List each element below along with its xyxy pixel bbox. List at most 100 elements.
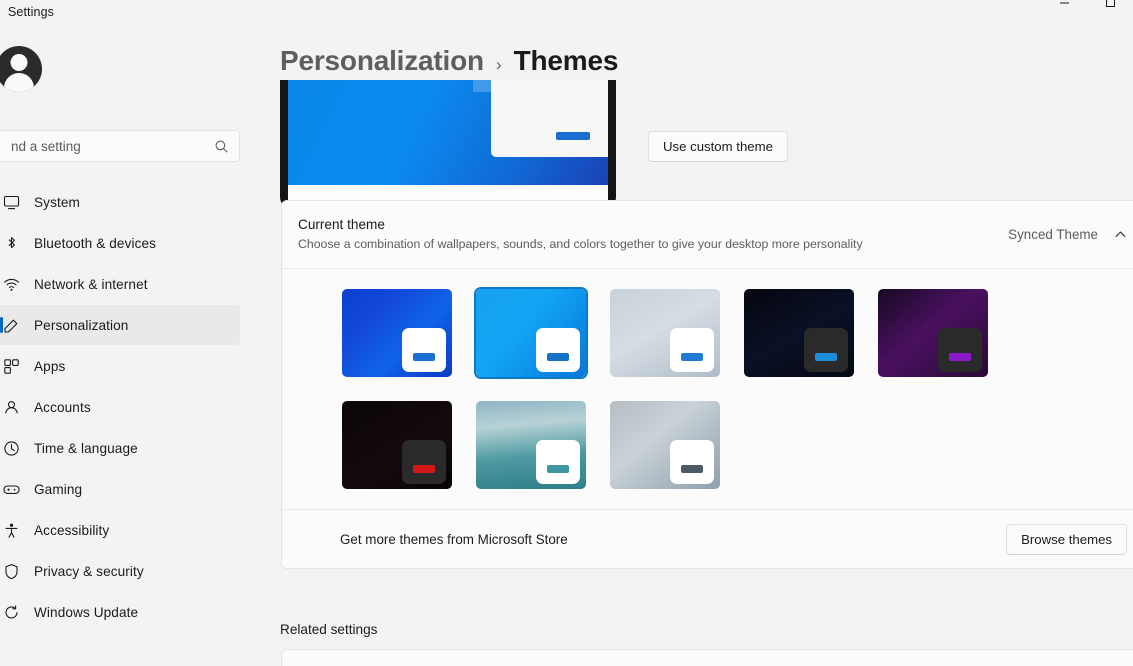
sidebar-item-network-internet[interactable]: Network & internet (0, 264, 240, 304)
sidebar-item-gaming[interactable]: Gaming (0, 469, 240, 509)
theme-accent-bar (413, 465, 435, 473)
gaming-icon (2, 480, 20, 498)
update-icon (2, 603, 20, 621)
bluetooth-icon (2, 234, 20, 252)
use-custom-theme-button[interactable]: Use custom theme (648, 131, 788, 162)
sidebar-item-label: Personalization (34, 317, 129, 333)
theme-accent-bar (547, 465, 569, 473)
browse-themes-button[interactable]: Browse themes (1006, 523, 1127, 555)
sidebar-item-system[interactable]: System (0, 182, 240, 222)
theme-mini-window (402, 440, 446, 484)
network-icon (2, 275, 20, 293)
current-theme-header: Current theme Choose a combination of wa… (282, 201, 1133, 269)
current-theme-title: Current theme (298, 217, 385, 232)
content-pane: Personalization › Themes Use custom them… (260, 30, 1133, 666)
shield-icon (2, 562, 20, 580)
maximize-icon (1105, 0, 1115, 7)
search-input[interactable] (0, 138, 214, 154)
sidebar-item-privacy-security[interactable]: Privacy & security (0, 551, 240, 591)
theme-tile[interactable] (342, 289, 452, 377)
sidebar-item-personalization[interactable]: Personalization (0, 305, 240, 345)
sidebar-item-accounts[interactable]: Accounts (0, 387, 240, 427)
caption-button-group (1041, 0, 1133, 18)
sidebar-item-time-language[interactable]: Time & language (0, 428, 240, 468)
theme-tile-wrap (474, 399, 588, 491)
sidebar-item-windows-update[interactable]: Windows Update (0, 592, 240, 632)
sidebar-item-label: Privacy & security (34, 563, 144, 579)
chevron-up-icon[interactable] (1114, 228, 1127, 241)
theme-preview-device (280, 80, 616, 209)
maximize-button[interactable] (1087, 0, 1133, 18)
sidebar-item-bluetooth-devices[interactable]: Bluetooth & devices (0, 223, 240, 263)
account-row[interactable] (0, 46, 42, 92)
current-theme-subtitle: Choose a combination of wallpapers, soun… (298, 237, 863, 251)
sidebar-item-label: System (34, 194, 80, 210)
avatar[interactable] (0, 46, 42, 92)
theme-tile[interactable] (476, 401, 586, 489)
avatar-body-shape (4, 73, 34, 92)
preview-accent-bar (556, 132, 590, 140)
preview-taskbar (288, 185, 608, 200)
breadcrumb-parent-link[interactable]: Personalization (280, 45, 484, 77)
sidebar-item-label: Accessibility (34, 522, 110, 538)
theme-tile-wrap (742, 287, 856, 379)
synced-theme-label: Synced Theme (1008, 227, 1098, 242)
theme-accent-bar (413, 353, 435, 361)
minimize-button[interactable] (1041, 0, 1087, 18)
theme-mini-window (536, 440, 580, 484)
theme-tile[interactable] (610, 401, 720, 489)
theme-tile-wrap (474, 287, 588, 379)
preview-app-window (491, 80, 608, 157)
theme-accent-bar (949, 353, 971, 361)
window-title: Settings (8, 5, 54, 19)
related-setting-row-desktop-icons[interactable]: Desktop icon settings (281, 649, 1133, 666)
theme-tile-wrap (340, 287, 454, 379)
breadcrumb: Personalization › Themes (280, 45, 618, 77)
sidebar-item-label: Accounts (34, 399, 91, 415)
current-theme-texts: Current theme Choose a combination of wa… (298, 217, 1008, 253)
theme-mini-window (804, 328, 848, 372)
theme-mini-window (402, 328, 446, 372)
accessibility-icon (2, 521, 20, 539)
selection-pill (0, 317, 3, 333)
theme-mini-window (938, 328, 982, 372)
page-title: Themes (513, 45, 619, 76)
breadcrumb-separator-icon: › (495, 55, 502, 74)
avatar-head-shape (10, 54, 28, 71)
theme-mini-window (670, 440, 714, 484)
theme-mini-window (536, 328, 580, 372)
theme-tile-wrap (608, 287, 722, 379)
sidebar-nav: System Bluetooth & devices Network & int… (0, 182, 242, 633)
synced-theme-group[interactable]: Synced Theme (1008, 227, 1127, 242)
theme-accent-bar (681, 465, 703, 473)
theme-accent-bar (681, 353, 703, 361)
sidebar-item-accessibility[interactable]: Accessibility (0, 510, 240, 550)
current-theme-card: Current theme Choose a combination of wa… (281, 200, 1133, 569)
sidebar-item-label: Network & internet (34, 276, 148, 292)
sidebar-item-apps[interactable]: Apps (0, 346, 240, 386)
clock-icon (2, 439, 20, 457)
theme-preview-screen (288, 80, 608, 200)
theme-mini-window (670, 328, 714, 372)
sidebar-item-label: Windows Update (34, 604, 139, 620)
theme-tile[interactable] (476, 289, 586, 377)
search-icon (214, 139, 239, 154)
minimize-icon (1059, 2, 1069, 3)
sidebar-item-label: Time & language (34, 440, 138, 456)
settings-window: Settings nd a setting System Bluetooth &… (0, 0, 1133, 666)
title-bar: Settings (0, 0, 1133, 30)
sidebar-item-label: Gaming (34, 481, 83, 497)
accounts-icon (2, 398, 20, 416)
theme-accent-bar (815, 353, 837, 361)
store-label: Get more themes from Microsoft Store (340, 531, 568, 547)
theme-tile[interactable] (610, 289, 720, 377)
preview-highlight-shape (473, 80, 491, 92)
theme-tile[interactable] (744, 289, 854, 377)
store-row: Get more themes from Microsoft Store Bro… (282, 509, 1133, 568)
theme-accent-bar (547, 353, 569, 361)
sidebar-item-label: Apps (34, 358, 66, 374)
search-box[interactable] (0, 130, 240, 162)
theme-tile-wrap (608, 399, 722, 491)
theme-tile[interactable] (878, 289, 988, 377)
theme-tile[interactable] (342, 401, 452, 489)
